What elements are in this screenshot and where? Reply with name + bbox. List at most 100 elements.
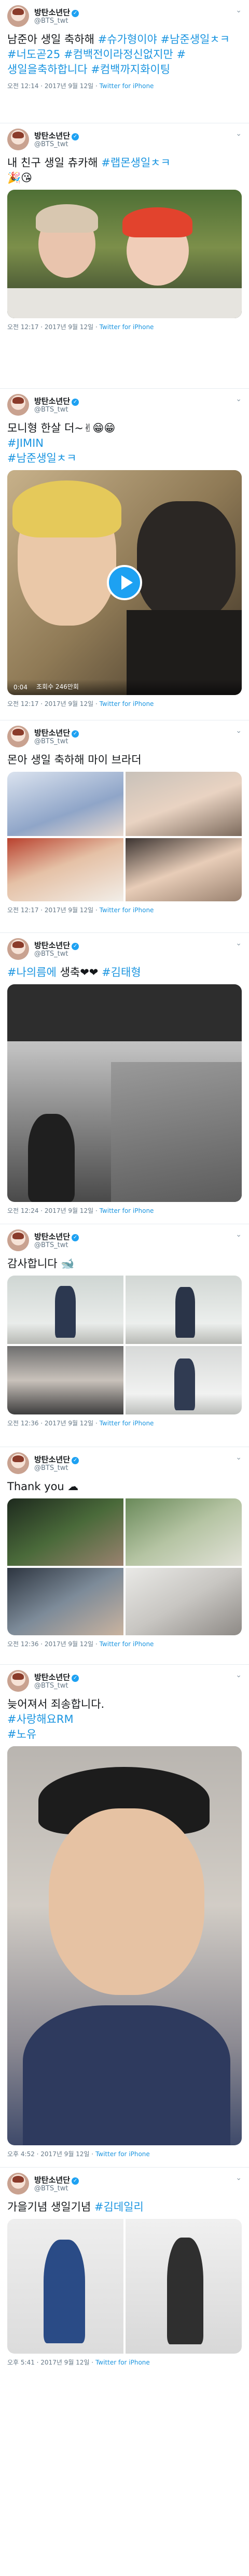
avatar[interactable]	[7, 1670, 29, 1692]
tweet-photos[interactable]	[7, 1276, 242, 1414]
photo-4[interactable]	[126, 1346, 242, 1414]
account-name[interactable]: 방탄소년단 ✓	[34, 1454, 79, 1465]
tweet-photos[interactable]	[7, 1498, 242, 1635]
hashtag-link[interactable]: #나의름에	[7, 966, 57, 979]
tweet-timestamp[interactable]: 오전 12:17 · 2017년 9월 12일 · Twitter for iP…	[7, 905, 242, 914]
chevron-down-icon[interactable]: ⌄	[236, 395, 242, 403]
account-name[interactable]: 방탄소년단 ✓	[34, 727, 79, 738]
tweet-timestamp[interactable]: 오전 12:36 · 2017년 9월 12일 · Twitter for iP…	[7, 1639, 242, 1648]
photo-1[interactable]	[7, 1276, 123, 1344]
tweet-video[interactable]: 0:04 조회수 246만회	[7, 470, 242, 695]
hashtag-link[interactable]: #너도곧25	[7, 48, 60, 61]
account-handle[interactable]: @BTS_twt	[34, 2185, 68, 2192]
tweet-text-segment	[60, 48, 64, 61]
account-handle[interactable]: @BTS_twt	[34, 1464, 68, 1472]
chevron-down-icon[interactable]: ⌄	[236, 727, 242, 735]
account-name[interactable]: 방탄소년단 ✓	[34, 2174, 79, 2185]
account-name[interactable]: 방탄소년단 ✓	[34, 1231, 79, 1242]
photo-4[interactable]	[126, 1568, 242, 1635]
tweet[interactable]: 방탄소년단 ✓ @BTS_twt ⌄ #나의름에 생축❤❤ #김태형 오전 12:…	[0, 933, 249, 1224]
account-name[interactable]: 방탄소년단 ✓	[34, 1672, 79, 1682]
account-handle[interactable]: @BTS_twt	[34, 1682, 68, 1690]
tweet-source[interactable]: Twitter for iPhone	[100, 1640, 154, 1648]
hashtag-link[interactable]: #랩몬생일ㅊㅋ	[101, 157, 171, 169]
account-handle[interactable]: @BTS_twt	[34, 140, 68, 148]
avatar[interactable]	[7, 129, 29, 150]
account-handle[interactable]: @BTS_twt	[34, 406, 68, 414]
photo-1[interactable]	[7, 1498, 123, 1566]
tweet[interactable]: 방탄소년단 ✓ @BTS_twt ⌄ 모니형 한살 더~✌😁😁 #JIMIN #남준생…	[0, 389, 249, 720]
tweet-source[interactable]: Twitter for iPhone	[100, 700, 154, 707]
account-name[interactable]: 방탄소년단 ✓	[34, 395, 79, 406]
avatar[interactable]	[7, 1452, 29, 1474]
photo-3[interactable]	[7, 1346, 123, 1414]
hashtag-link[interactable]: #남준생일ㅊㅋ	[160, 33, 230, 46]
chevron-down-icon[interactable]: ⌄	[236, 1671, 242, 1679]
photo-1[interactable]	[7, 772, 123, 836]
tweet[interactable]: 방탄소년단 ✓ @BTS_twt ⌄ 내 친구 생일 츄카해 #랩몬생일ㅊㅋ 🎉😘 …	[0, 123, 249, 389]
tweet-photos[interactable]	[7, 772, 242, 901]
tweet-timestamp[interactable]: 오후 5:41 · 2017년 9월 12일 · Twitter for iPh…	[7, 2358, 242, 2367]
tweet-photo[interactable]	[7, 190, 242, 318]
tweet-timestamp[interactable]: 오전 12:24 · 2017년 9월 12일 · Twitter for iP…	[7, 1206, 242, 1215]
hashtag-link[interactable]: #컴백까지화이팅	[91, 63, 170, 76]
tweet[interactable]: 방탄소년단 ✓ @BTS_twt ⌄ Thank you ☁ 오전 12:36 ·…	[0, 1447, 249, 1665]
photo-1[interactable]	[7, 2219, 123, 2354]
avatar[interactable]	[7, 5, 29, 27]
account-name[interactable]: 방탄소년단 ✓	[34, 940, 79, 951]
chevron-down-icon[interactable]: ⌄	[236, 1453, 242, 1462]
tweet[interactable]: 방탄소년단 ✓ @BTS_twt ⌄ 가을기념 생일기념 #김데일리 오후 5:4…	[0, 2168, 249, 2369]
tweet-timestamp[interactable]: 오전 12:17 · 2017년 9월 12일 · Twitter for iP…	[7, 322, 242, 331]
tweet[interactable]: 방탄소년단 ✓ @BTS_twt ⌄ 늦어져서 죄송합니다. #사랑해요RM #노유 …	[0, 1665, 249, 2168]
tweet-timestamp[interactable]: 오전 12:17 · 2017년 9월 12일 · Twitter for iP…	[7, 699, 242, 708]
hashtag-link[interactable]: #JIMIN	[7, 437, 44, 449]
hashtag-link[interactable]: #김데일리	[94, 2201, 144, 2213]
tweet[interactable]: 방탄소년단 ✓ @BTS_twt ⌄ 몬아 생일 축하해 마이 브라더 오전 12…	[0, 720, 249, 933]
account-handle[interactable]: @BTS_twt	[34, 738, 68, 745]
tweet-timestamp[interactable]: 오후 4:52 · 2017년 9월 12일 · Twitter for iPh…	[7, 2149, 242, 2158]
account-name[interactable]: 방탄소년단 ✓	[34, 7, 79, 18]
hashtag-link[interactable]: #노유	[7, 1728, 36, 1740]
tweet-photo[interactable]	[7, 984, 242, 1202]
photo-2[interactable]	[126, 1276, 242, 1344]
photo-3[interactable]	[7, 1568, 123, 1635]
chevron-down-icon[interactable]: ⌄	[236, 1230, 242, 1239]
photo-4[interactable]	[126, 838, 242, 901]
tweet-source[interactable]: Twitter for iPhone	[100, 1420, 154, 1427]
tweet-source[interactable]: Twitter for iPhone	[100, 907, 154, 914]
tweet-source[interactable]: Twitter for iPhone	[95, 2359, 150, 2366]
photo-2[interactable]	[126, 1498, 242, 1566]
chevron-down-icon[interactable]: ⌄	[236, 939, 242, 947]
tweet-source[interactable]: Twitter for iPhone	[95, 2150, 150, 2158]
account-name[interactable]: 방탄소년단 ✓	[34, 130, 79, 141]
hashtag-link[interactable]: #김태형	[102, 966, 141, 979]
tweet-source[interactable]: Twitter for iPhone	[100, 323, 154, 331]
avatar[interactable]	[7, 2173, 29, 2195]
avatar[interactable]	[7, 726, 29, 747]
chevron-down-icon[interactable]: ⌄	[236, 6, 242, 15]
photo-3[interactable]	[7, 838, 123, 901]
chevron-down-icon[interactable]: ⌄	[236, 130, 242, 138]
avatar[interactable]	[7, 394, 29, 416]
tweet-source[interactable]: Twitter for iPhone	[100, 82, 154, 90]
photo-2[interactable]	[126, 2219, 242, 2354]
tweet[interactable]: 방탄소년단 ✓ @BTS_twt ⌄ 남준아 생일 축하해 #슈가형이야 #남준생…	[0, 0, 249, 123]
hashtag-link[interactable]: #남준생일ㅊㅋ	[7, 452, 77, 464]
chevron-down-icon[interactable]: ⌄	[236, 2174, 242, 2182]
tweet[interactable]: 방탄소년단 ✓ @BTS_twt ⌄ 감사합니다 🐋 오전 12:36 · 201…	[0, 1224, 249, 1447]
avatar[interactable]	[7, 938, 29, 960]
tweet-timestamp[interactable]: 오전 12:14 · 2017년 9월 12일 · Twitter for iP…	[7, 81, 242, 90]
avatar[interactable]	[7, 1229, 29, 1251]
play-icon[interactable]	[107, 565, 142, 600]
tweet-photo[interactable]	[7, 1746, 242, 2145]
tweet-photos[interactable]	[7, 2219, 242, 2354]
account-handle[interactable]: @BTS_twt	[34, 17, 68, 25]
tweet-source[interactable]: Twitter for iPhone	[100, 1207, 154, 1214]
tweet-timestamp[interactable]: 오전 12:36 · 2017년 9월 12일 · Twitter for iP…	[7, 1419, 242, 1427]
account-handle[interactable]: @BTS_twt	[34, 950, 68, 958]
photo-2[interactable]	[126, 772, 242, 836]
account-handle[interactable]: @BTS_twt	[34, 1241, 68, 1249]
hashtag-link[interactable]: #사랑해요RM	[7, 1713, 74, 1725]
hashtag-link[interactable]: #슈가형이야	[98, 33, 157, 46]
hashtag-link[interactable]: #컴백전이라정신없지만	[64, 48, 173, 61]
